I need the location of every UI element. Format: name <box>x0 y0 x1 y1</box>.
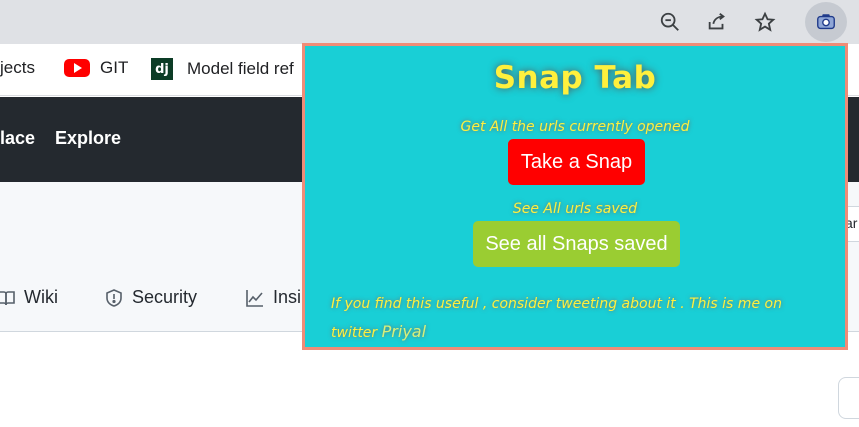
bookmark-projects[interactable]: jects <box>0 58 35 78</box>
youtube-icon <box>64 59 90 77</box>
twitter-link[interactable]: Priyal <box>382 322 426 341</box>
tab-wiki[interactable]: Wiki <box>0 287 58 308</box>
tab-label: Security <box>132 287 198 307</box>
browser-toolbar <box>0 0 859 44</box>
popup-title: Snap Tab <box>493 60 657 96</box>
star-icon[interactable] <box>750 7 780 37</box>
corner-box[interactable] <box>838 377 859 419</box>
shield-icon <box>106 288 122 307</box>
see-saved-snaps-button[interactable]: See all Snaps saved <box>473 221 680 267</box>
snap-hint: Get All the urls currently opened <box>460 119 690 135</box>
tab-insights[interactable]: Insi <box>245 287 301 308</box>
bookmark-git[interactable]: GIT <box>64 58 128 78</box>
popup-footer: If you find this useful , consider tweet… <box>331 291 821 347</box>
django-icon: dj <box>151 58 173 80</box>
snap-tab-popup: Snap Tab Get All the urls currently open… <box>302 43 848 350</box>
bookmark-label: jects <box>0 58 35 77</box>
take-snap-button[interactable]: Take a Snap <box>508 139 645 185</box>
snap-tab-extension-button[interactable] <box>805 2 847 42</box>
saved-hint: See All urls saved <box>512 201 638 217</box>
graph-icon <box>246 289 263 307</box>
zoom-out-icon[interactable] <box>655 7 685 37</box>
camera-extension-icon <box>817 14 835 30</box>
tab-security[interactable]: Security <box>104 287 197 308</box>
bookmark-label: Model field ref <box>187 59 294 78</box>
browser-window: jects GIT dj Model field ref lace Explor… <box>0 0 859 427</box>
tab-label: Insi <box>273 287 302 307</box>
bookmark-label: GIT <box>100 58 129 77</box>
share-icon[interactable] <box>702 7 732 37</box>
nav-explore[interactable]: Explore <box>55 128 121 149</box>
book-icon <box>0 290 15 305</box>
tab-label: Wiki <box>24 287 58 307</box>
bookmark-model-field-ref[interactable]: dj Model field ref <box>151 58 294 80</box>
nav-marketplace[interactable]: lace <box>0 128 35 149</box>
